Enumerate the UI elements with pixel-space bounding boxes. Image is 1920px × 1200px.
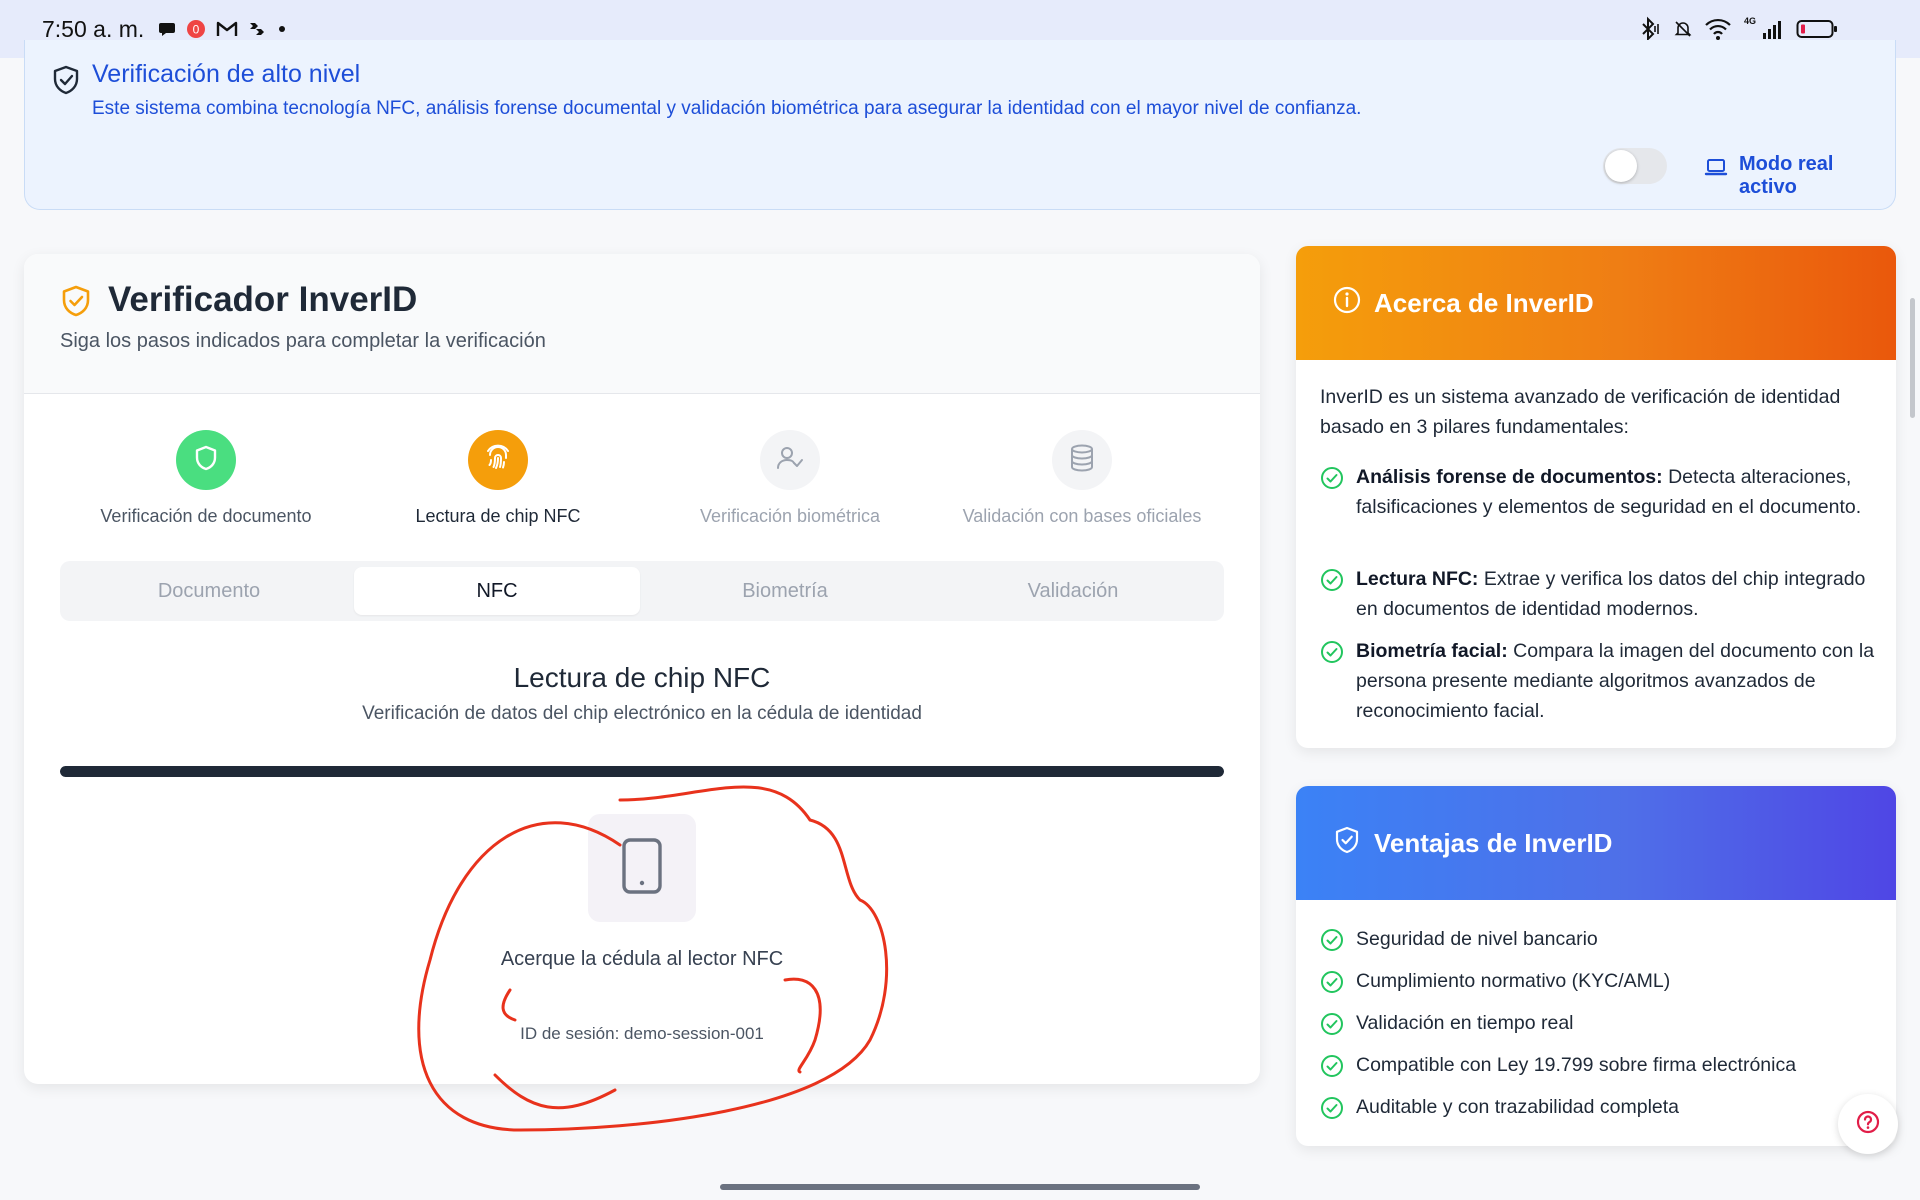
tab-bar: Documento NFC Biometría Validación <box>60 561 1224 621</box>
step-document-circle <box>176 430 236 490</box>
gmail-icon <box>216 20 238 38</box>
notification-badge-icon: 0 <box>186 19 206 39</box>
check-circle-icon <box>1320 568 1344 597</box>
step-label: Verificación de documento <box>100 506 312 526</box>
app-icon <box>248 20 266 38</box>
shield-check-icon <box>60 284 92 323</box>
nfc-device-box <box>588 814 696 922</box>
step-label: Lectura de chip NFC <box>415 506 581 526</box>
step-validation-circle <box>1052 430 1112 490</box>
step-nfc-circle <box>468 430 528 490</box>
advantage-text: Compatible con Ley 19.799 sobre firma el… <box>1356 1054 1797 1076</box>
advantages-card: Ventajas de InverID Seguridad de nivel b… <box>1296 786 1896 1146</box>
shield-check-icon <box>51 64 81 101</box>
step-biometric-circle <box>760 430 820 490</box>
verifier-header: Verificador InverID Siga los pasos indic… <box>24 254 1260 394</box>
real-mode-toggle[interactable] <box>1603 148 1667 184</box>
notification-badge-count: 0 <box>193 23 200 37</box>
check-circle-icon <box>1320 640 1344 669</box>
network-type-label: 4G <box>1743 16 1756 26</box>
step-validation: Validación con bases oficiales <box>936 430 1228 527</box>
database-icon <box>1068 443 1096 478</box>
feature-item: Biometría facial: Compara la imagen del … <box>1320 636 1880 726</box>
status-right: 4G <box>1636 16 1838 42</box>
advantage-text: Seguridad de nivel bancario <box>1356 928 1598 950</box>
banner-description: Este sistema combina tecnología NFC, aná… <box>92 98 1362 119</box>
feature-text: Análisis forense de documentos: Detecta … <box>1356 462 1880 522</box>
tablet-icon <box>620 837 664 900</box>
check-circle-icon <box>1320 466 1344 495</box>
about-header: Acerca de InverID <box>1296 246 1896 360</box>
tab-documento[interactable]: Documento <box>66 567 352 615</box>
step-indicator: Verificación de documento Lectura de chi… <box>24 430 1260 540</box>
check-circle-icon <box>1320 928 1344 957</box>
shield-check-icon <box>1332 825 1362 862</box>
nfc-progress-bar <box>60 766 1224 777</box>
advantage-text: Auditable y con trazabilidad completa <box>1356 1096 1680 1118</box>
verifier-subtitle: Siga los pasos indicados para completar … <box>60 330 546 352</box>
feature-item: Análisis forense de documentos: Detecta … <box>1320 462 1880 522</box>
toggle-knob <box>1605 150 1637 182</box>
advantage-item: Validación en tiempo real <box>1320 1008 1880 1038</box>
feature-text: Lectura NFC: Extrae y verifica los datos… <box>1356 564 1880 624</box>
advantages-title: Ventajas de InverID <box>1374 827 1613 858</box>
step-label: Validación con bases oficiales <box>962 506 1202 526</box>
advantage-item: Cumplimiento normativo (KYC/AML) <box>1320 966 1880 996</box>
feature-bold: Lectura NFC: <box>1356 568 1479 590</box>
check-circle-icon <box>1320 1012 1344 1041</box>
user-check-icon <box>775 443 805 478</box>
check-circle-icon <box>1320 970 1344 999</box>
battery-icon <box>1796 18 1838 40</box>
shield-icon <box>193 444 219 477</box>
session-id: ID de sesión: demo-session-001 <box>520 1024 764 1043</box>
about-intro: InverID es un sistema avanzado de verifi… <box>1320 386 1841 438</box>
tab-biometria[interactable]: Biometría <box>642 567 928 615</box>
section-subtitle: Verificación de datos del chip electróni… <box>362 703 922 724</box>
about-title: Acerca de InverID <box>1374 287 1594 318</box>
advantages-header: Ventajas de InverID <box>1296 786 1896 900</box>
progress-fill <box>60 766 1224 777</box>
info-banner: Verificación de alto nivel Este sistema … <box>24 40 1896 210</box>
mode-label: Modo real activo <box>1739 153 1834 198</box>
banner-title: Verificación de alto nivel <box>92 60 361 88</box>
home-indicator[interactable] <box>720 1184 1200 1190</box>
tab-validacion[interactable]: Validación <box>930 567 1216 615</box>
status-left: 7:50 a. m. 0 <box>42 16 288 43</box>
section-title: Lectura de chip NFC <box>513 662 771 693</box>
step-document: Verificación de documento <box>60 430 352 527</box>
tab-nfc[interactable]: NFC <box>354 567 640 615</box>
about-card: Acerca de InverID InverID es un sistema … <box>1296 246 1896 748</box>
fingerprint-icon <box>483 443 513 478</box>
chat-icon <box>158 20 176 38</box>
feature-bold: Análisis forense de documentos: <box>1356 466 1663 488</box>
verifier-card: Verificador InverID Siga los pasos indic… <box>24 254 1260 1084</box>
step-nfc: Lectura de chip NFC <box>352 430 644 527</box>
verifier-title: Verificador InverID <box>108 280 418 319</box>
advantage-item: Compatible con Ley 19.799 sobre firma el… <box>1320 1050 1880 1080</box>
help-icon <box>1855 1109 1881 1140</box>
mute-icon <box>1674 20 1692 38</box>
scrollbar-thumb[interactable] <box>1910 298 1915 418</box>
check-circle-icon <box>1320 1054 1344 1083</box>
info-icon <box>1332 285 1362 322</box>
check-circle-icon <box>1320 1096 1344 1125</box>
advantage-item: Seguridad de nivel bancario <box>1320 924 1880 954</box>
feature-item: Lectura NFC: Extrae y verifica los datos… <box>1320 564 1880 624</box>
advantage-text: Validación en tiempo real <box>1356 1012 1574 1034</box>
help-button[interactable] <box>1838 1094 1898 1154</box>
feature-text: Biometría facial: Compara la imagen del … <box>1356 636 1880 726</box>
wifi-icon <box>1704 17 1732 41</box>
status-time: 7:50 a. m. <box>42 15 145 42</box>
advantage-text: Cumplimiento normativo (KYC/AML) <box>1356 970 1671 992</box>
feature-bold: Biometría facial: <box>1356 640 1508 662</box>
signal-icon <box>1762 18 1784 40</box>
more-notifications-icon <box>276 23 288 35</box>
bluetooth-icon <box>1636 16 1662 42</box>
step-biometric: Verificación biométrica <box>644 430 936 527</box>
laptop-icon <box>1704 156 1728 183</box>
advantage-item: Auditable y con trazabilidad completa <box>1320 1092 1880 1122</box>
step-label: Verificación biométrica <box>699 506 881 526</box>
nfc-instruction: Acerque la cédula al lector NFC <box>500 948 784 970</box>
